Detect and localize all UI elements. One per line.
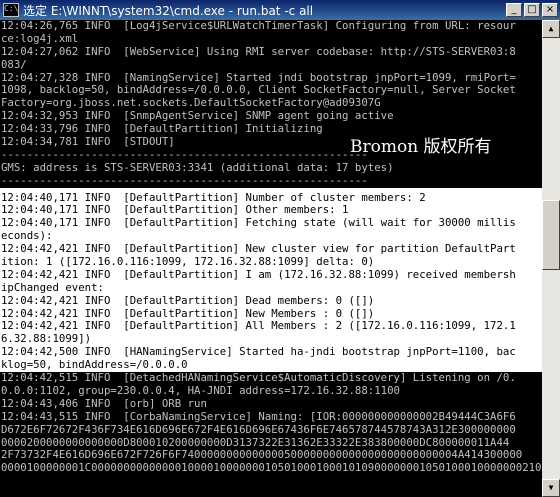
selected-line: 12:04:40,171 INFO [DefaultPartition] Oth… [1, 204, 349, 217]
minimize-button[interactable]: _ [506, 3, 522, 17]
maximize-button[interactable]: □ [524, 3, 540, 17]
selected-line: 12:04:42,421 INFO [DefaultPartition] Dea… [1, 294, 375, 307]
selected-line: ition: 1 ([172.16.0.116:1099, 172.16.32.… [1, 256, 375, 269]
selected-line: ipChanged event: [1, 281, 104, 294]
selected-line: 6.32.88:1099]) [1, 333, 92, 346]
console-line: 12:04:27,328 INFO [NamingService] Starte… [1, 71, 516, 84]
console-line: 0000100000001C00000000000000100001000000… [1, 462, 542, 475]
selected-line: 12:04:40,171 INFO [DefaultPartition] Fet… [1, 217, 516, 230]
selected-line: 12:04:42,421 INFO [DefaultPartition] I a… [1, 268, 516, 281]
window-title: 选定 E:\WINNT\system32\cmd.exe - run.bat -… [23, 3, 314, 18]
selected-line: 12:04:42,500 INFO [HANamingService] Star… [1, 346, 516, 359]
console-line: 0.0.0:1102, group=230.0.0.4, HA-JNDI add… [1, 384, 400, 397]
selected-line: klog=50, bindAddress=/0.0.0.0 [1, 359, 188, 372]
console-line: D672E6F72672F436F734E616D696E672F4E616D6… [1, 423, 516, 436]
console-output[interactable]: 12:04:26,765 INFO [Log4jService$URLWatch… [0, 20, 542, 497]
title-bar: C:\ 选定 E:\WINNT\system32\cmd.exe - run.b… [0, 0, 560, 20]
cmd-icon: C:\ [3, 3, 19, 17]
console-line: 12:04:42,515 INFO [DetachedHANamingServi… [1, 372, 516, 385]
selected-line: econds): [1, 230, 53, 243]
scroll-thumb[interactable] [542, 200, 560, 270]
scroll-up-button[interactable]: ▲ [542, 20, 560, 38]
console-top-block: 12:04:26,765 INFO [Log4jService$URLWatch… [0, 20, 542, 188]
close-button[interactable]: × [542, 3, 558, 17]
console-selection[interactable]: 12:04:40,171 INFO [DefaultPartition] Num… [0, 187, 542, 373]
console-line: 12:04:27,062 INFO [WebService] Using RMI… [1, 45, 516, 58]
console-line: GMS: address is STS-SERVER03:3341 (addit… [1, 161, 394, 174]
console-line: Factory=org.jboss.net.sockets.DefaultSoc… [1, 97, 381, 110]
console-line: 12:04:43,515 INFO [CorbaNamingService] N… [1, 410, 516, 423]
selected-line: 12:04:42,421 INFO [DefaultPartition] New… [1, 307, 375, 320]
window-controls: _ □ × [506, 3, 558, 17]
watermark: Bromon 版权所有 [350, 137, 492, 157]
console-line: 12:04:26,765 INFO [Log4jService$URLWatch… [1, 20, 516, 32]
console-line: 2F73732F4E616D696E672F726F6F740000000000… [1, 449, 523, 462]
console-line: 083/ [1, 58, 27, 71]
console-bottom-block: 12:04:42,515 INFO [DetachedHANamingServi… [0, 372, 542, 476]
selected-line: 12:04:42,421 INFO [DefaultPartition] New… [1, 243, 516, 256]
vertical-scrollbar[interactable]: ▲ ▼ [542, 20, 560, 497]
selected-line: 12:04:40,171 INFO [DefaultPartition] Num… [1, 191, 426, 204]
console-line: 12:04:32,953 INFO [SnmpAgentService] SNM… [1, 110, 394, 123]
scroll-down-button[interactable]: ▼ [542, 479, 560, 497]
console-separator: ----------------------------------------… [1, 174, 368, 187]
console-line: 1098, backlog=50, bindAddress=/0.0.0.0, … [1, 84, 516, 97]
console-line: ce:log4j.xml [1, 32, 79, 45]
console-line: 12:04:43,406 INFO [orb] ORB run [1, 397, 207, 410]
console-line: 0000200000000000000D800010200000000D3137… [1, 436, 510, 449]
selected-line: 12:04:42,421 INFO [DefaultPartition] All… [1, 320, 516, 333]
